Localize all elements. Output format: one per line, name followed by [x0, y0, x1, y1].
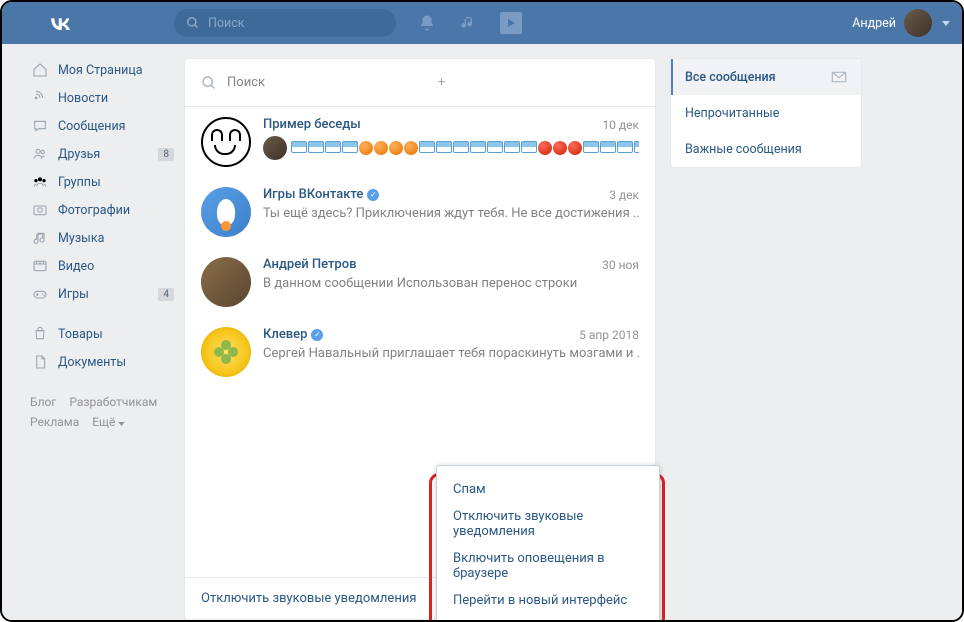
search-icon — [201, 75, 217, 91]
sidebar-item-label: Группы — [58, 175, 101, 190]
username: Андрей — [852, 16, 896, 31]
avatar — [904, 9, 932, 37]
filter-label: Все сообщения — [685, 70, 776, 85]
sidebar-item-label: Новости — [58, 91, 108, 106]
settings-popup: СпамОтключить звуковые уведомленияВключи… — [436, 465, 660, 622]
verified-icon — [367, 189, 379, 201]
video-play-icon[interactable] — [500, 12, 522, 34]
sidebar-item-label: Сообщения — [58, 119, 126, 134]
sidebar-item-shop[interactable]: Товары — [20, 320, 184, 348]
sidebar-item-games[interactable]: Игры 4 — [20, 280, 184, 308]
groups-icon — [30, 174, 50, 190]
sidebar-item-msg[interactable]: Сообщения — [20, 112, 184, 140]
sidebar-item-music[interactable]: Музыка — [20, 224, 184, 252]
badge: 4 — [158, 288, 174, 301]
messages-search-placeholder: Поиск — [227, 75, 428, 90]
dialog-preview: Сергей Навальный приглашает тебя пораски… — [263, 346, 639, 361]
dialog-item[interactable]: Игры ВКонтакте 3 дек Ты ещё здесь? Прикл… — [185, 177, 655, 247]
vk-logo[interactable] — [46, 9, 74, 37]
msg-icon — [30, 118, 50, 134]
sidebar-item-label: Видео — [58, 259, 94, 274]
friends-icon — [30, 146, 50, 162]
sidebar-item-label: Музыка — [58, 231, 104, 246]
dialog-date: 3 дек — [609, 188, 639, 202]
video-icon — [30, 258, 50, 274]
popup-item[interactable]: Спам — [437, 476, 659, 503]
topbar: Поиск Андрей — [2, 2, 962, 44]
photos-icon — [30, 202, 50, 218]
search-icon — [186, 16, 200, 30]
filters-panel: Все сообщения Непрочитанные Важные сообщ… — [670, 58, 862, 168]
sidebar-item-video[interactable]: Видео — [20, 252, 184, 280]
sidebar-item-home[interactable]: Моя Страница — [20, 56, 184, 84]
footer-links: Блог Разработчикам Реклама Ещё — [20, 392, 184, 432]
sidebar-item-label: Документы — [58, 355, 126, 370]
dialog-name: Клевер — [263, 327, 307, 342]
dialog-date: 10 дек — [602, 118, 639, 132]
new-message-button[interactable]: + — [438, 75, 639, 90]
sidebar-item-friends[interactable]: Друзья 8 — [20, 140, 184, 168]
sidebar: Моя Страница Новости Сообщения Друзья 8 … — [20, 44, 184, 620]
chevron-down-icon — [942, 21, 950, 26]
news-icon — [30, 90, 50, 106]
sidebar-item-news[interactable]: Новости — [20, 84, 184, 112]
filter-label: Непрочитанные — [685, 106, 779, 121]
popup-item[interactable]: Включить оповещения в браузере — [437, 545, 659, 587]
header-search[interactable]: Поиск — [174, 9, 396, 37]
disable-sound-link[interactable]: Отключить звуковые уведомления — [201, 591, 416, 606]
messages-panel: Поиск + Пример беседы 10 дек Игры ВКонта… — [184, 58, 656, 620]
footer-ads[interactable]: Реклама — [30, 415, 79, 429]
sidebar-item-docs[interactable]: Документы — [20, 348, 184, 376]
filter-item[interactable]: Все сообщения — [671, 59, 861, 95]
dialog-date: 30 ноя — [602, 258, 639, 272]
dialog-date: 5 апр 2018 — [579, 328, 639, 342]
dialog-preview — [263, 136, 639, 160]
filter-item[interactable]: Непрочитанные — [671, 95, 861, 131]
popup-item[interactable]: Отключить звуковые уведомления — [437, 503, 659, 545]
dialog-preview: В данном сообщении Использован перенос с… — [263, 276, 639, 291]
chevron-down-icon — [118, 422, 125, 426]
sidebar-item-label: Игры — [58, 287, 89, 302]
user-menu[interactable]: Андрей — [852, 9, 950, 37]
dialog-name: Пример беседы — [263, 117, 361, 132]
dialog-name: Игры ВКонтакте — [263, 187, 363, 202]
header-search-placeholder: Поиск — [208, 16, 245, 31]
dialog-preview: Ты ещё здесь? Приключения ждут тебя. Не … — [263, 206, 639, 221]
footer-dev[interactable]: Разработчикам — [69, 395, 157, 409]
docs-icon — [30, 354, 50, 370]
dialog-name: Андрей Петров — [263, 257, 357, 272]
filter-item[interactable]: Важные сообщения — [671, 131, 861, 167]
sidebar-item-label: Товары — [58, 327, 103, 342]
verified-icon — [311, 329, 323, 341]
dialog-item[interactable]: Андрей Петров 30 ноя В данном сообщении … — [185, 247, 655, 317]
footer-more[interactable]: Ещё — [92, 415, 125, 429]
home-icon — [30, 62, 50, 78]
popup-item[interactable]: Перейти в новый интерфейс — [437, 587, 659, 614]
music-icon — [30, 230, 50, 246]
sidebar-item-label: Друзья — [58, 147, 100, 162]
sidebar-item-photos[interactable]: Фотографии — [20, 196, 184, 224]
messages-search[interactable]: Поиск + — [185, 59, 655, 107]
sidebar-item-label: Моя Страница — [58, 63, 143, 78]
footer-blog[interactable]: Блог — [30, 395, 56, 409]
badge: 8 — [158, 148, 174, 161]
sidebar-item-groups[interactable]: Группы — [20, 168, 184, 196]
games-icon — [30, 286, 50, 302]
music-icon[interactable] — [460, 15, 476, 31]
dialog-item[interactable]: Клевер 5 апр 2018 Сергей Навальный пригл… — [185, 317, 655, 387]
dialog-item[interactable]: Пример беседы 10 дек — [185, 107, 655, 177]
shop-icon — [30, 326, 50, 342]
sidebar-item-label: Фотографии — [58, 203, 130, 218]
envelope-icon — [831, 71, 847, 83]
topbar-icons — [418, 12, 522, 34]
filter-label: Важные сообщения — [685, 142, 802, 157]
notifications-icon[interactable] — [418, 14, 436, 32]
